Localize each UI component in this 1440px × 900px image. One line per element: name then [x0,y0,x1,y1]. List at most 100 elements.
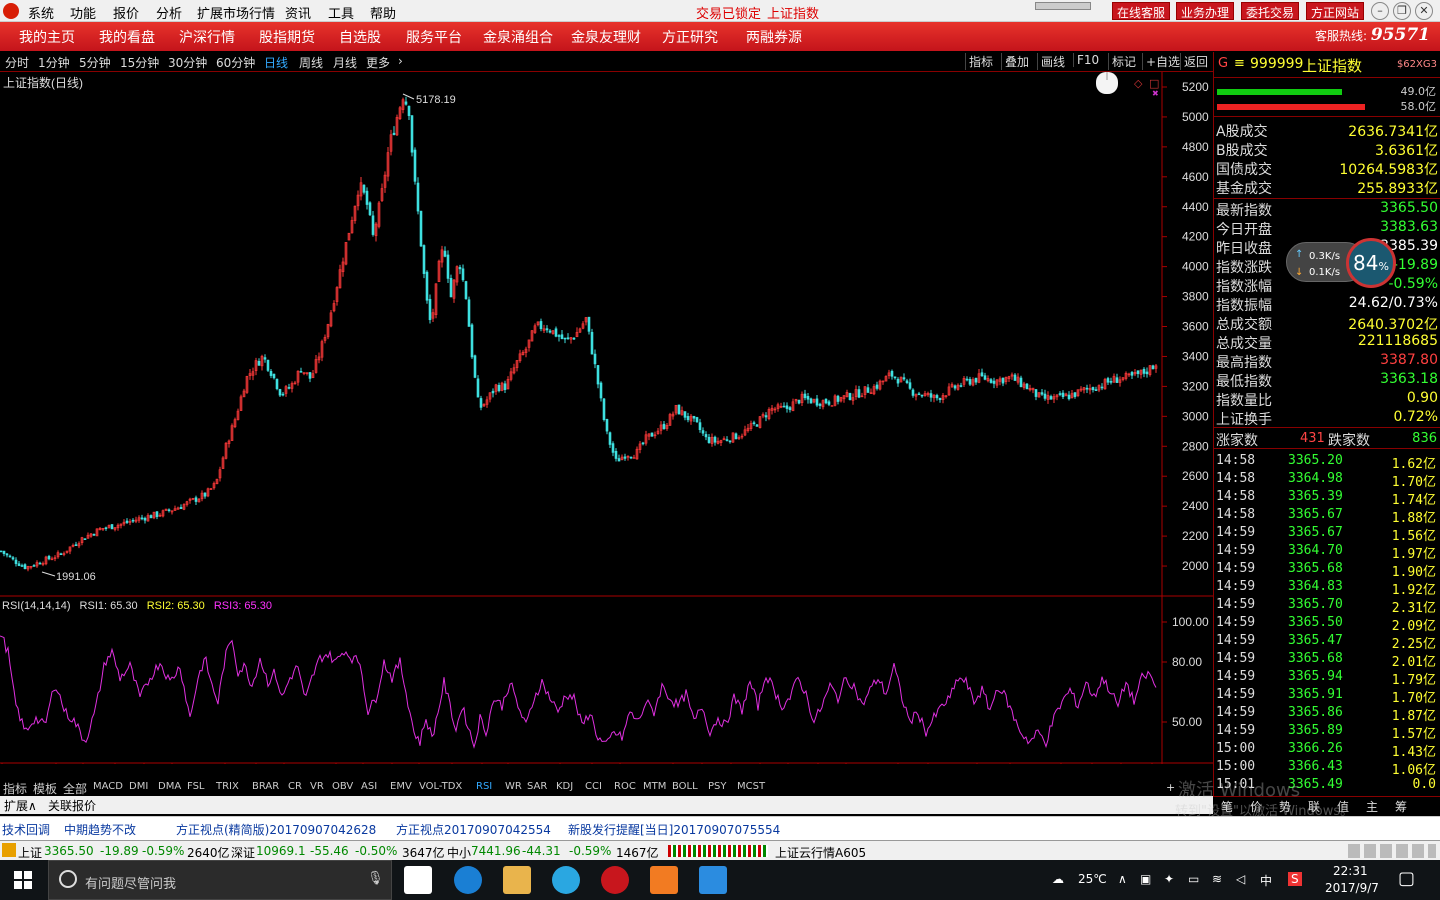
kline-chart[interactable]: 上证指数(日线) 5200 5000 4800 4600 4400 4200 4000 380… [0,72,1213,764]
ime-indicator[interactable]: 中 [1260,872,1272,889]
indicator-tab-trix[interactable]: TRIX [216,781,239,792]
period-more[interactable]: 更多 [366,54,390,71]
indicator-tab-指标[interactable]: 指标 [3,780,27,797]
nav-my-watch[interactable]: 我的看盘 [99,27,155,47]
period-30min[interactable]: 30分钟 [168,54,207,71]
wifi-icon[interactable]: ≋ [1212,872,1222,886]
indicator-tab-mtm[interactable]: MTM [643,781,666,792]
news-item[interactable]: 技术回调 [2,821,50,838]
indicator-tab-roc[interactable]: ROC [614,781,636,792]
expand-toggle[interactable]: 扩展∧ [4,797,37,814]
tick-row[interactable]: 14:58 3365.67 1.88亿 [1216,507,1438,526]
clock-date[interactable]: 2017/9/7 [1325,881,1379,895]
restore-icon[interactable]: ❐ [1393,2,1411,20]
founder-website-button[interactable]: 方正网站 [1306,2,1365,20]
tick-row[interactable]: 14:59 3365.47 2.25亿 [1216,633,1438,652]
menu-news[interactable]: 资讯 [285,3,311,22]
founder-app-icon[interactable] [601,866,629,894]
microphone-icon[interactable]: 🎙 [367,871,384,886]
nav-service[interactable]: 服务平台 [406,27,462,47]
tool-f10[interactable]: F10 [1073,53,1102,67]
tick-row[interactable]: 14:59 3365.89 1.57亿 [1216,723,1438,742]
indicator-tab-cci[interactable]: CCI [585,781,602,792]
status-tray-icons[interactable] [1348,844,1436,858]
browser-icon[interactable] [552,866,580,894]
close-icon[interactable]: ✕ [1415,2,1433,20]
indicator-tab-cr[interactable]: CR [288,781,302,792]
memory-usage-circle[interactable]: 84% [1346,238,1396,288]
menu-system[interactable]: 系统 [28,3,54,22]
period-weekly[interactable]: 周线 [299,54,323,71]
indicator-tab-emv[interactable]: EMV [390,781,412,792]
indicator-tab-rsi[interactable]: RSI [476,781,492,792]
menu-extended-market[interactable]: 扩展市场行情 [197,3,275,22]
tick-row[interactable]: 14:59 3365.91 1.70亿 [1216,687,1438,706]
weather-temp[interactable]: 25℃ [1078,872,1107,886]
menu-lines-icon[interactable]: ≡ [1234,56,1245,71]
indicator-tab-psy[interactable]: PSY [708,781,727,792]
nav-research[interactable]: 方正研究 [662,27,718,47]
windows-start-icon[interactable] [14,871,32,889]
period-60min[interactable]: 60分钟 [216,54,255,71]
nav-my-home[interactable]: 我的主页 [19,27,75,47]
minimize-icon[interactable]: – [1371,2,1389,20]
indicator-tab-sar[interactable]: SAR [527,781,547,792]
indicator-tab-wr[interactable]: WR [505,781,522,792]
nav-futures[interactable]: 股指期货 [259,27,315,47]
business-button[interactable]: 业务办理 [1176,2,1235,20]
sz-label[interactable]: 深证 [231,844,255,861]
tray-app-icon[interactable]: ▣ [1140,872,1151,886]
tick-row[interactable]: 14:59 3365.68 2.01亿 [1216,651,1438,670]
right-bottom-tab[interactable]: 筹 [1395,798,1407,815]
tick-row[interactable]: 14:59 3365.86 1.87亿 [1216,705,1438,724]
period-15min[interactable]: 15分钟 [120,54,159,71]
tool-back[interactable]: 返回 [1180,53,1211,70]
tool-add-watch[interactable]: +自选 [1142,53,1183,70]
window-drag-handle[interactable] [1035,2,1091,10]
tick-row[interactable]: 14:59 3365.67 1.56亿 [1216,525,1438,544]
online-service-button[interactable]: 在线客服 [1112,2,1171,20]
indicator-tab-全部[interactable]: 全部 [63,780,87,797]
tray-chevron-icon[interactable]: ∧ [1118,872,1127,886]
tick-row[interactable]: 15:00 3366.43 1.06亿 [1216,759,1438,778]
entrust-trade-button[interactable]: 委托交易 [1241,2,1300,20]
indicator-tab-dmi[interactable]: DMI [129,781,148,792]
file-explorer-icon[interactable] [503,866,531,894]
tray-security-icon[interactable]: ✦ [1164,872,1174,886]
indicator-tab-vol-tdx[interactable]: VOL-TDX [419,781,462,792]
tray-s-icon[interactable]: S [1288,872,1302,886]
store-icon[interactable] [404,866,432,894]
right-bottom-tab[interactable]: 主 [1366,798,1378,815]
indicator-tab-fsl[interactable]: FSL [187,781,205,792]
notification-icon[interactable]: ▢ [1398,868,1415,889]
menu-quote[interactable]: 报价 [113,3,139,22]
tick-row[interactable]: 14:59 3365.50 2.09亿 [1216,615,1438,634]
indicator-tab-brar[interactable]: BRAR [252,781,279,792]
cloud-quote[interactable]: 上证云行情A605 [775,844,866,861]
indicator-tab-dma[interactable]: DMA [158,781,181,792]
tick-row[interactable]: 15:00 3366.26 1.43亿 [1216,741,1438,760]
tick-row[interactable]: 14:59 3365.68 1.90亿 [1216,561,1438,580]
tool-mark[interactable]: 标记 [1108,53,1139,70]
menu-tools[interactable]: 工具 [328,3,354,22]
nav-hushen[interactable]: 沪深行情 [179,27,235,47]
tick-row[interactable]: 14:59 3365.94 1.79亿 [1216,669,1438,688]
related-quote-tab[interactable]: 关联报价 [48,797,96,814]
indicator-tab-模板[interactable]: 模板 [33,780,57,797]
news-item[interactable]: 新股发行提醒[当日]20170907075554 [568,821,780,838]
nav-finance[interactable]: 金泉友理财 [571,27,641,47]
indicator-tab-obv[interactable]: OBV [332,781,353,792]
tray-battery-icon[interactable]: ▭ [1188,872,1199,886]
taskbar-search-box[interactable]: 有问题尽管问我 🎙 [48,860,392,900]
period-monthly[interactable]: 月线 [333,54,357,71]
clock-time[interactable]: 22:31 [1333,864,1368,878]
indicator-tab-vr[interactable]: VR [310,781,324,792]
tick-row[interactable]: 14:59 3364.83 1.92亿 [1216,579,1438,598]
zx-label[interactable]: 中小 [447,844,471,861]
period-intraday[interactable]: 分时 [5,54,29,71]
volume-icon[interactable]: ◁ [1236,872,1245,886]
network-speed-widget[interactable]: ↑ 0.3K/s ↓ 0.1K/s 84% [1286,238,1404,288]
word-app-icon[interactable] [699,866,727,894]
sh-label[interactable]: 上证 [18,844,42,861]
tick-row[interactable]: 14:58 3365.39 1.74亿 [1216,489,1438,508]
